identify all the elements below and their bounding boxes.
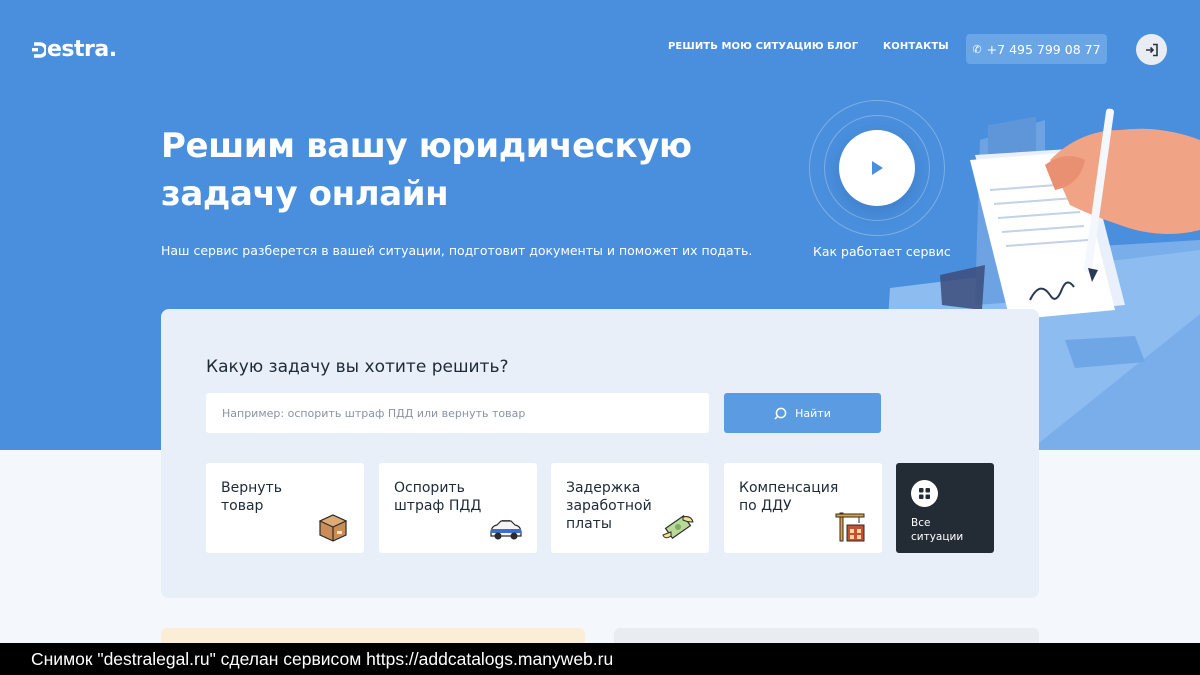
tile-label: Задержка заработной платы — [566, 480, 652, 532]
tile-salary-delay[interactable]: Задержка заработной платы — [551, 463, 709, 553]
login-icon — [1145, 43, 1158, 56]
tile-all-situations[interactable]: Все ситуации — [896, 463, 994, 553]
logo-text: estra. — [47, 36, 117, 62]
login-button[interactable] — [1136, 34, 1167, 65]
grid-icon — [911, 480, 938, 507]
money-wings-icon — [662, 514, 694, 540]
package-icon — [318, 514, 348, 542]
tile-label: Компенсация по ДДУ — [739, 480, 839, 514]
hero-title: Решим вашу юридическую задачу онлайн — [161, 126, 692, 214]
hero-subtitle: Наш сервис разберется в вашей ситуации, … — [161, 243, 753, 258]
phone-number: +7 495 799 08 77 — [986, 41, 1101, 57]
tile-return-goods[interactable]: Вернуть товар — [206, 463, 364, 553]
phone-button[interactable]: ✆ +7 495 799 08 77 — [966, 34, 1107, 64]
search-button-label: Найти — [795, 406, 831, 420]
logo-mark-icon — [32, 38, 48, 60]
nav-blog[interactable]: БЛОГ — [827, 41, 858, 52]
search-question: Какую задачу вы хотите решить? — [206, 357, 509, 377]
phone-icon: ✆ — [972, 42, 982, 56]
nav-contacts[interactable]: КОНТАКТЫ — [883, 41, 949, 52]
building-construction-icon — [835, 512, 865, 542]
nav-solve-situation[interactable]: РЕШИТЬ МОЮ СИТУАЦИЮ — [668, 41, 824, 52]
tile-label: Вернуть товар — [221, 480, 282, 514]
tile-dispute-fine[interactable]: Оспорить штраф ПДД — [379, 463, 537, 553]
search-icon — [774, 407, 787, 420]
search-button[interactable]: Найти — [724, 393, 881, 433]
search-card — [161, 309, 1039, 598]
play-icon — [872, 161, 883, 175]
tile-label: Все ситуации — [911, 517, 964, 543]
screenshot-caption: Снимок "destralegal.ru" сделан сервисом … — [0, 643, 1200, 675]
how-it-works-link[interactable]: Как работает сервис — [813, 244, 951, 259]
police-car-icon — [490, 520, 522, 540]
site-logo[interactable]: estra. — [32, 34, 117, 64]
play-video-button[interactable] — [839, 130, 915, 206]
tile-label: Оспорить штраф ПДД — [394, 480, 482, 514]
search-input[interactable] — [206, 393, 709, 433]
tile-ddu-compensation[interactable]: Компенсация по ДДУ — [724, 463, 882, 553]
